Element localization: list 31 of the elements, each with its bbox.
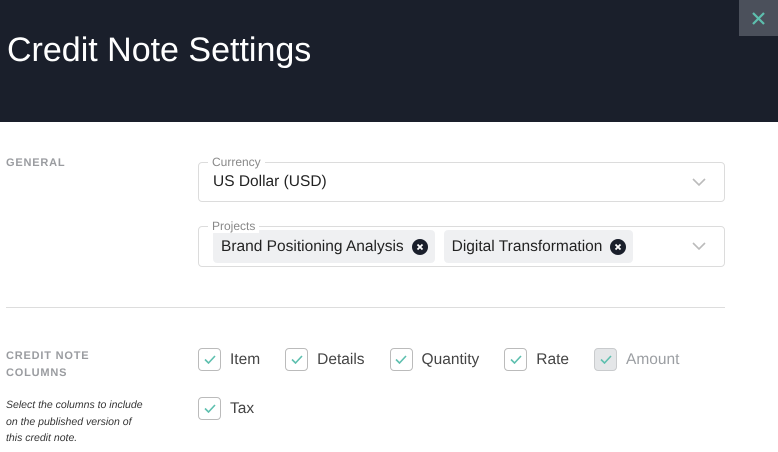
- check-icon: [510, 355, 522, 364]
- remove-icon[interactable]: [412, 238, 428, 254]
- checkbox[interactable]: [285, 348, 308, 372]
- check-icon: [395, 355, 408, 364]
- page-title: Credit Note Settings: [7, 30, 312, 71]
- checkbox-label: Amount: [626, 350, 680, 370]
- checkbox-label: Item: [230, 350, 260, 370]
- check-icon: [204, 404, 216, 414]
- close-button[interactable]: [739, 0, 778, 36]
- checkbox-label: Details: [317, 350, 365, 370]
- check-icon: [290, 355, 303, 364]
- check-icon: [600, 355, 612, 364]
- chevron-down-icon: [692, 178, 706, 186]
- checkbox[interactable]: [390, 348, 413, 372]
- field-label: Currency: [208, 155, 265, 169]
- section-heading: CREDIT NOTE COLUMNS: [6, 349, 90, 381]
- remove-icon[interactable]: [610, 238, 626, 254]
- checkbox[interactable]: [504, 348, 528, 372]
- check-icon: [204, 355, 216, 364]
- select-value: US Dollar (USD): [213, 172, 328, 192]
- checkbox[interactable]: [198, 348, 221, 372]
- chevron-down-icon: [692, 242, 706, 251]
- checkbox-label: Rate: [536, 350, 570, 370]
- section-description: Select the columns to include on the published version of this credit note.: [6, 398, 144, 446]
- checkbox-label: Quantity: [422, 350, 480, 370]
- field-label: Projects: [208, 219, 260, 233]
- close-icon: [752, 12, 765, 24]
- section-heading: GENERAL: [6, 156, 66, 171]
- checkbox[interactable]: [198, 397, 221, 420]
- checkbox-label: Tax: [230, 399, 254, 420]
- project-tag: Digital Transformation: [444, 230, 634, 264]
